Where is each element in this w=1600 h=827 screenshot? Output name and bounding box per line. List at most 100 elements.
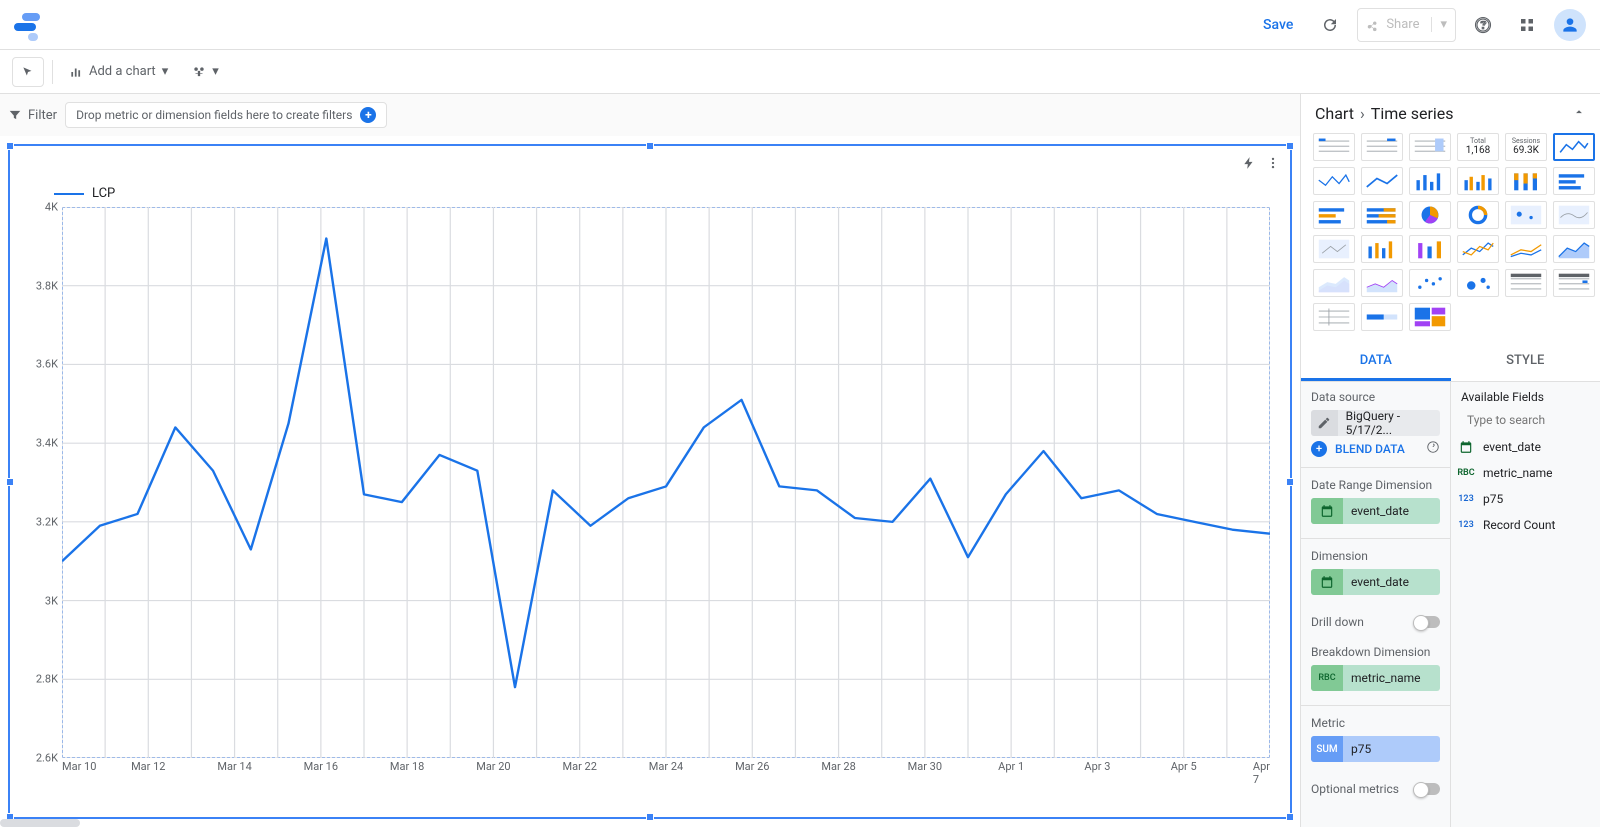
available-field[interactable]: 123p75 bbox=[1451, 486, 1600, 512]
share-label: Share bbox=[1386, 17, 1419, 32]
chart-type-thumb[interactable]: Sessions69.3K bbox=[1505, 133, 1547, 161]
help-icon[interactable] bbox=[1426, 440, 1440, 457]
chart-type-thumb[interactable] bbox=[1361, 269, 1403, 297]
share-dropdown-icon[interactable]: ▾ bbox=[1431, 17, 1447, 32]
section-data-source: Data source bbox=[1311, 390, 1440, 404]
share-button[interactable]: Share ▾ bbox=[1357, 8, 1456, 42]
chart-type-thumb[interactable] bbox=[1457, 167, 1499, 195]
chart-type-thumb[interactable] bbox=[1553, 167, 1595, 195]
chart-type-picker[interactable]: Total1,168Sessions69.3K bbox=[1301, 133, 1600, 341]
chart-type-thumb[interactable] bbox=[1505, 201, 1547, 229]
section-dimension: Dimension bbox=[1311, 549, 1440, 563]
refresh-icon[interactable] bbox=[1313, 8, 1347, 42]
tab-data[interactable]: DATA bbox=[1301, 343, 1451, 381]
chart-type-thumb[interactable] bbox=[1313, 303, 1355, 331]
edit-toolbar: Add a chart ▾ ▾ bbox=[0, 50, 1600, 94]
add-community-viz-button[interactable]: ▾ bbox=[184, 57, 227, 87]
chevron-down-icon: ▾ bbox=[212, 64, 219, 79]
chart-type-thumb[interactable] bbox=[1553, 269, 1595, 297]
properties-panel: Chart › Time series Total1,168Sessions69… bbox=[1300, 94, 1600, 827]
chart-type-thumb[interactable] bbox=[1313, 133, 1355, 161]
looker-studio-logo bbox=[14, 13, 42, 37]
chart-type-thumb[interactable] bbox=[1505, 235, 1547, 263]
chart-type-thumb[interactable] bbox=[1409, 167, 1451, 195]
fields-search-input[interactable] bbox=[1465, 412, 1600, 428]
optional-metrics-row[interactable]: Optional metrics bbox=[1301, 774, 1450, 804]
fields-search[interactable] bbox=[1451, 406, 1600, 434]
chart-type-thumb[interactable] bbox=[1505, 167, 1547, 195]
filter-label: Filter bbox=[8, 108, 57, 123]
chart-type-thumb[interactable] bbox=[1409, 235, 1451, 263]
pencil-icon[interactable] bbox=[1311, 410, 1338, 436]
chart-legend: LCP bbox=[54, 186, 1270, 201]
calendar-icon bbox=[1311, 569, 1343, 595]
chart-type-thumb[interactable] bbox=[1505, 269, 1547, 297]
workspace: Filter Drop metric or dimension fields h… bbox=[0, 94, 1600, 827]
add-chart-label: Add a chart bbox=[89, 64, 156, 79]
chart-type-thumb[interactable] bbox=[1457, 269, 1499, 297]
available-fields-title: Available Fields bbox=[1451, 382, 1600, 406]
section-date-range: Date Range Dimension bbox=[1311, 478, 1440, 492]
help-icon[interactable] bbox=[1466, 8, 1500, 42]
add-filter-icon[interactable]: + bbox=[360, 107, 376, 123]
chart-type-thumb[interactable] bbox=[1313, 269, 1355, 297]
more-icon[interactable] bbox=[1266, 156, 1280, 174]
chevron-down-icon: ▾ bbox=[162, 64, 169, 79]
filter-dropzone[interactable]: Drop metric or dimension fields here to … bbox=[65, 102, 387, 128]
blend-data-button[interactable]: + BLEND DATA bbox=[1311, 440, 1440, 457]
dimension-field[interactable]: event_date bbox=[1311, 569, 1440, 595]
app-topbar: Save Share ▾ bbox=[0, 0, 1600, 50]
collapse-panel-icon[interactable] bbox=[1572, 104, 1586, 123]
section-breakdown: Breakdown Dimension bbox=[1311, 645, 1440, 659]
section-metric: Metric bbox=[1311, 716, 1440, 730]
panel-breadcrumb: Chart › Time series bbox=[1315, 104, 1454, 123]
account-avatar[interactable] bbox=[1554, 9, 1586, 41]
chart-type-thumb[interactable] bbox=[1553, 201, 1595, 229]
chart-type-thumb[interactable] bbox=[1361, 235, 1403, 263]
chart-type-thumb[interactable] bbox=[1409, 269, 1451, 297]
field-type-icon bbox=[1455, 439, 1477, 455]
chart-type-thumb[interactable] bbox=[1313, 235, 1355, 263]
drill-down-toggle[interactable] bbox=[1414, 616, 1440, 628]
time-series-chart[interactable]: LCP 4K3.8K3.6K3.4K3.2K3K2.8K2.6K Mar 10M… bbox=[30, 176, 1270, 797]
breakdown-field[interactable]: RBC metric_name bbox=[1311, 665, 1440, 691]
chart-type-thumb[interactable] bbox=[1409, 133, 1451, 161]
bolt-icon[interactable] bbox=[1242, 156, 1256, 174]
chart-type-thumb[interactable]: Total1,168 bbox=[1457, 133, 1499, 161]
add-chart-button[interactable]: Add a chart ▾ bbox=[61, 57, 176, 87]
chart-type-thumb[interactable] bbox=[1553, 133, 1595, 161]
metric-agg-badge: SUM bbox=[1311, 736, 1343, 762]
save-button[interactable]: Save bbox=[1253, 11, 1303, 39]
calendar-icon bbox=[1311, 498, 1343, 524]
panel-tabs: DATA STYLE bbox=[1301, 343, 1600, 382]
chart-type-thumb[interactable] bbox=[1361, 133, 1403, 161]
chart-type-thumb[interactable] bbox=[1313, 167, 1355, 195]
available-field[interactable]: RBCmetric_name bbox=[1451, 460, 1600, 486]
chart-type-thumb[interactable] bbox=[1409, 201, 1451, 229]
metric-field[interactable]: SUM p75 bbox=[1311, 736, 1440, 762]
chart-type-thumb[interactable] bbox=[1313, 201, 1355, 229]
chart-type-thumb[interactable] bbox=[1553, 235, 1595, 263]
page-filter-bar: Filter Drop metric or dimension fields h… bbox=[0, 94, 1300, 136]
chart-type-thumb[interactable] bbox=[1361, 303, 1403, 331]
apps-icon[interactable] bbox=[1510, 8, 1544, 42]
optional-metrics-toggle[interactable] bbox=[1414, 783, 1440, 795]
horizontal-scrollbar[interactable] bbox=[0, 819, 80, 827]
chart-type-thumb[interactable] bbox=[1361, 201, 1403, 229]
chart-type-thumb[interactable] bbox=[1361, 167, 1403, 195]
report-canvas[interactable]: LCP 4K3.8K3.6K3.4K3.2K3K2.8K2.6K Mar 10M… bbox=[8, 144, 1292, 819]
panel-data-column: Data source BigQuery - 5/17/2... + BLEND… bbox=[1301, 382, 1450, 827]
data-source-chip[interactable]: BigQuery - 5/17/2... bbox=[1311, 410, 1440, 436]
chart-type-thumb[interactable] bbox=[1457, 201, 1499, 229]
select-tool[interactable] bbox=[12, 57, 44, 87]
chevron-right-icon: › bbox=[1360, 104, 1365, 123]
drill-down-row[interactable]: Drill down bbox=[1301, 607, 1450, 637]
date-range-field[interactable]: event_date bbox=[1311, 498, 1440, 524]
tab-style[interactable]: STYLE bbox=[1451, 343, 1600, 381]
field-type-icon: RBC bbox=[1455, 465, 1477, 481]
chart-type-thumb[interactable] bbox=[1409, 303, 1451, 331]
available-field[interactable]: event_date bbox=[1451, 434, 1600, 460]
chart-type-thumb[interactable] bbox=[1457, 235, 1499, 263]
available-fields-column: Available Fields event_dateRBCmetric_nam… bbox=[1450, 382, 1600, 827]
available-field[interactable]: 123Record Count bbox=[1451, 512, 1600, 538]
